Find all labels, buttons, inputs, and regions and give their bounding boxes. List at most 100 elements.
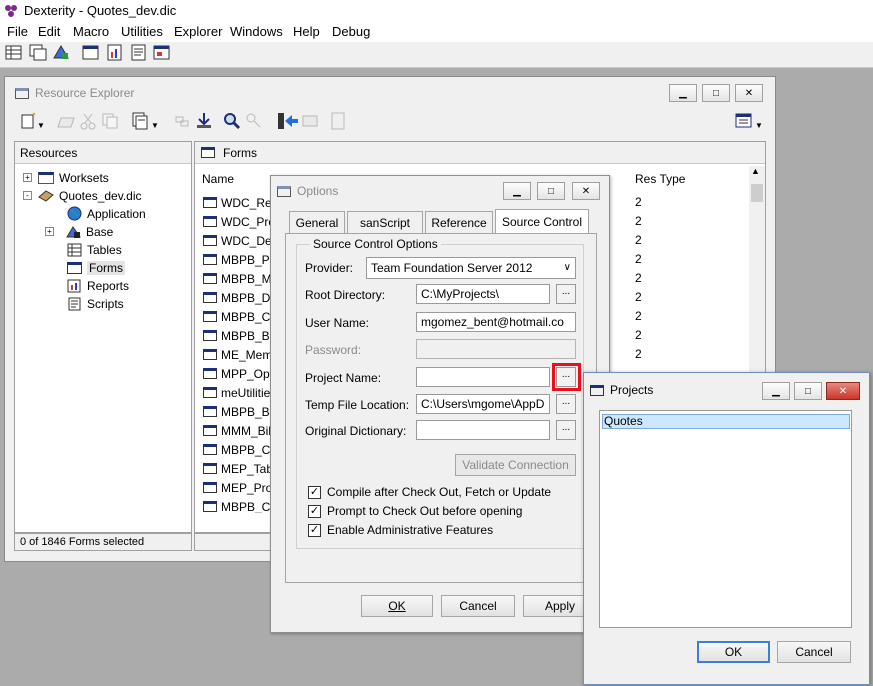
form-list-item[interactable]: MBPB_Bat (203, 326, 280, 345)
maximize-button[interactable]: □ (702, 84, 730, 102)
form-icon[interactable] (82, 44, 100, 62)
group-label: Source Control Options (310, 237, 441, 251)
menu-utilities[interactable]: Utilities (121, 24, 163, 39)
compile-checkbox[interactable]: ✓ (308, 486, 321, 499)
projects-ok-button[interactable]: OK (697, 641, 770, 663)
tab-general[interactable]: General (289, 211, 345, 233)
report-icon[interactable] (106, 44, 124, 62)
link-icon[interactable] (173, 112, 191, 130)
find-replace-icon[interactable] (245, 112, 263, 130)
tree-item-base[interactable]: + Base (45, 222, 113, 241)
tree-expander[interactable]: - (23, 191, 32, 200)
form-list-item[interactable]: MBPB_Cri (203, 440, 277, 459)
prompt-checkbox[interactable]: ✓ (308, 505, 321, 518)
tab-sanscript[interactable]: sanScript (347, 211, 423, 233)
project-name-field[interactable] (416, 367, 550, 387)
root-directory-browse-button[interactable]: ... (556, 284, 576, 304)
form-list-item[interactable]: MEP_Proc (203, 478, 278, 497)
projects-minimize-button[interactable]: ▁ (762, 382, 790, 400)
tree-item-dictionary[interactable]: - Quotes_dev.dic (23, 186, 142, 205)
menu-file[interactable]: File (7, 24, 28, 39)
minimize-button[interactable]: ▁ (669, 84, 697, 102)
tree-item-worksets[interactable]: + Worksets (23, 168, 109, 187)
view-options-icon[interactable] (735, 112, 753, 130)
projects-maximize-button[interactable]: □ (794, 382, 822, 400)
form-list-item[interactable]: meUtilitie (203, 383, 270, 402)
scroll-thumb[interactable] (751, 184, 763, 202)
search-icon[interactable] (223, 112, 241, 130)
options-close-button[interactable]: ✕ (572, 182, 600, 200)
form-list-item[interactable]: MMM_Bil (203, 421, 271, 440)
menu-windows[interactable]: Windows (230, 24, 283, 39)
menu-explorer[interactable]: Explorer (174, 24, 222, 39)
column-header-res-type[interactable]: Res Type (635, 172, 685, 186)
properties-icon[interactable] (131, 112, 149, 130)
palette-icon[interactable] (52, 44, 70, 62)
view-dropdown-icon[interactable]: ▼ (755, 121, 763, 130)
form-list-item[interactable]: MPP_Opti (203, 364, 276, 383)
forward-icon[interactable] (301, 112, 319, 130)
scroll-up-icon[interactable]: ▲ (751, 166, 760, 176)
back-arrow-icon[interactable] (277, 112, 298, 130)
menu-edit[interactable]: Edit (38, 24, 60, 39)
tree-item-application[interactable]: Application (67, 204, 146, 223)
projects-cancel-button[interactable]: Cancel (777, 641, 851, 663)
open-icon[interactable] (57, 112, 75, 130)
original-dictionary-field[interactable] (416, 420, 550, 440)
copy-icon[interactable] (101, 112, 119, 130)
download-icon[interactable] (195, 112, 213, 130)
form-icon (203, 273, 217, 284)
root-directory-field[interactable]: C:\MyProjects\ (416, 284, 550, 304)
new-icon[interactable] (19, 112, 37, 130)
column-header-name[interactable]: Name (202, 172, 234, 186)
project-item-quotes[interactable]: Quotes (602, 414, 850, 429)
resource-explorer-title: Resource Explorer (35, 86, 135, 100)
form-icon (203, 425, 217, 436)
validate-connection-button[interactable]: Validate Connection (455, 454, 576, 476)
table-icon[interactable] (5, 44, 23, 62)
form-list-item[interactable]: ME_Memo (203, 345, 279, 364)
script-icon[interactable] (130, 44, 148, 62)
form-list-item[interactable]: MEP_Tabl (203, 459, 276, 478)
form-list-icon[interactable] (153, 44, 171, 62)
projects-close-button[interactable]: ✕ (826, 382, 860, 400)
project-name-browse-button[interactable]: ... (556, 367, 576, 387)
res-type-cell: 2 (635, 290, 642, 304)
tree-item-scripts[interactable]: Scripts (67, 294, 124, 313)
tables-icon[interactable] (29, 44, 47, 62)
document-icon[interactable] (329, 112, 347, 130)
ok-button[interactable]: OK (361, 595, 433, 617)
menu-debug[interactable]: Debug (332, 24, 370, 39)
password-field[interactable] (416, 339, 576, 359)
status-bar: 0 of 1846 Forms selected (14, 533, 192, 551)
form-list-item[interactable]: MBPB_Bat (203, 402, 280, 421)
tree-expander[interactable]: + (45, 227, 54, 236)
cancel-button[interactable]: Cancel (441, 595, 515, 617)
menu-help[interactable]: Help (293, 24, 320, 39)
tab-reference[interactable]: Reference (425, 211, 493, 233)
cut-icon[interactable] (79, 112, 97, 130)
properties-dropdown-icon[interactable]: ▼ (151, 121, 159, 130)
form-list-item[interactable]: MBPB_Pro (203, 250, 280, 269)
temp-file-location-field[interactable]: C:\Users\mgome\AppD (416, 394, 550, 414)
close-button[interactable]: ✕ (735, 84, 763, 102)
user-name-field[interactable]: mgomez_bent@hotmail.co (416, 312, 576, 332)
tree-item-tables[interactable]: Tables (67, 240, 122, 259)
form-list-item[interactable]: MBPB_Dat (203, 288, 280, 307)
tree-item-forms[interactable]: Forms (67, 258, 125, 277)
options-minimize-button[interactable]: ▁ (503, 182, 531, 200)
form-icon (203, 292, 217, 303)
temp-file-browse-button[interactable]: ... (556, 394, 576, 414)
original-dictionary-browse-button[interactable]: ... (556, 420, 576, 440)
form-list-item[interactable]: MBPB_Me (203, 269, 278, 288)
tree-item-reports[interactable]: Reports (67, 276, 129, 295)
admin-features-checkbox[interactable]: ✓ (308, 524, 321, 537)
projects-list: Quotes (599, 410, 852, 628)
tab-source-control[interactable]: Source Control (495, 209, 589, 234)
options-maximize-button[interactable]: □ (537, 182, 565, 200)
form-list-item[interactable]: MBPB_Cri (203, 307, 277, 326)
new-dropdown-icon[interactable]: ▼ (37, 121, 45, 130)
menu-macro[interactable]: Macro (73, 24, 109, 39)
provider-select[interactable]: Team Foundation Server 2012 ∨ (366, 257, 576, 279)
tree-expander[interactable]: + (23, 173, 32, 182)
